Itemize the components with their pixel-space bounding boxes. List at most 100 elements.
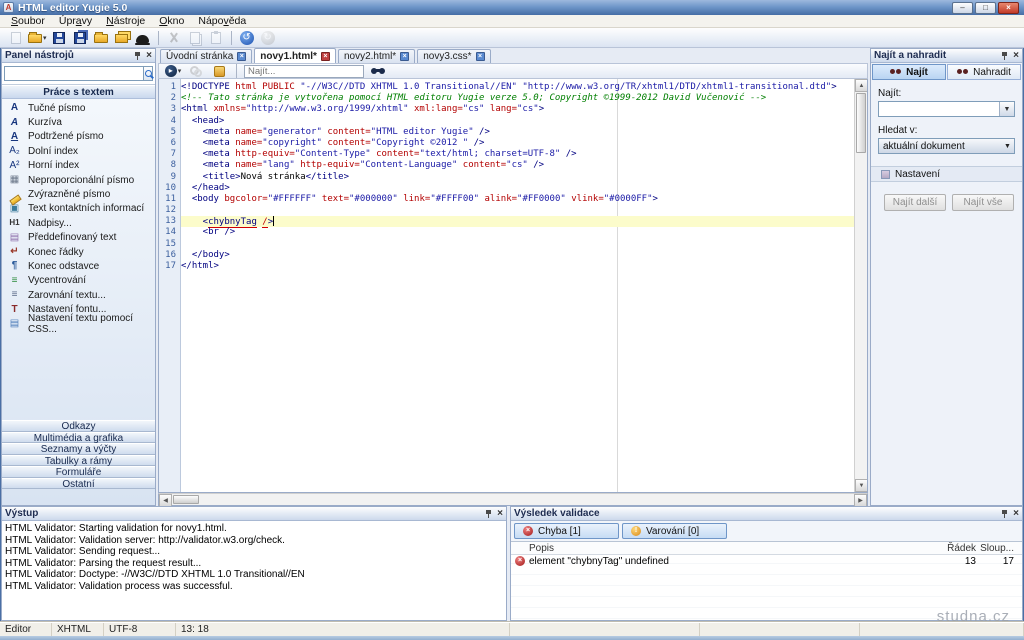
tools-search-input[interactable]	[4, 66, 143, 81]
tab-novy3-css[interactable]: novy3.css*×	[417, 49, 490, 63]
tab-novy1-html[interactable]: novy1.html*×	[254, 48, 336, 63]
maximize-button[interactable]: □	[975, 2, 996, 14]
code-line-7[interactable]: 7 <meta http-equiv="Content-Type" conten…	[159, 149, 854, 160]
code-text[interactable]: <title>Nová stránka</title>	[181, 172, 854, 183]
tool-item-konec-odstavce[interactable]: ¶Konec odstavce	[2, 259, 155, 273]
code-line-5[interactable]: 5 <meta name="generator" content="HTML e…	[159, 127, 854, 138]
copy-button[interactable]	[185, 29, 205, 47]
redo-button[interactable]: ↻	[258, 29, 278, 47]
code-line-10[interactable]: 10 </head>	[159, 183, 854, 194]
output-log[interactable]: HTML Validator: Starting validation for …	[2, 521, 506, 620]
scope-select[interactable]: aktuální dokument▼	[878, 138, 1015, 154]
code-text[interactable]: <head>	[181, 116, 854, 127]
code-line-1[interactable]: 1<!DOCTYPE html PUBLIC "-//W3C//DTD XHTM…	[159, 82, 854, 93]
tool-item-kurziva[interactable]: AKurzíva	[2, 115, 155, 129]
code-line-17[interactable]: 17</html>	[159, 261, 854, 272]
code-editor[interactable]: 1<!DOCTYPE html PUBLIC "-//W3C//DTD XHTM…	[158, 79, 868, 493]
menu-nastroje[interactable]: Nástroje	[99, 15, 152, 28]
tab-close-icon[interactable]: ×	[476, 52, 485, 61]
category-formulare[interactable]: Formuláře	[2, 466, 155, 478]
tab-novy2-html[interactable]: novy2.html*×	[338, 49, 415, 63]
scrollbar-thumb[interactable]	[856, 93, 866, 153]
menu-upravy[interactable]: Úpravy	[52, 15, 99, 28]
validate-button[interactable]	[209, 62, 229, 80]
code-line-4[interactable]: 4 <head>	[159, 116, 854, 127]
folder-copy-button[interactable]	[112, 29, 132, 47]
pin-icon[interactable]	[134, 51, 142, 60]
code-line-8[interactable]: 8 <meta name="lang" http-equiv="Content-…	[159, 160, 854, 171]
scroll-down-icon[interactable]: ▼	[855, 479, 868, 492]
validation-row[interactable]: ×element "chybnyTag" undefined1317	[511, 555, 1022, 567]
pin-icon[interactable]	[1001, 509, 1009, 518]
tab-uvodni-stranka[interactable]: Úvodní stránka×	[160, 49, 252, 63]
code-text[interactable]: <meta name="generator" content="HTML edi…	[181, 127, 854, 138]
code-line-3[interactable]: 3<html xmlns="http://www.w3.org/1999/xht…	[159, 104, 854, 115]
code-text[interactable]: <br />	[181, 227, 854, 238]
category-multimedia-a-grafika[interactable]: Multimédia a grafika	[2, 432, 155, 444]
menu-soubor[interactable]: Soubor	[4, 15, 52, 28]
open-file-button[interactable]: ▾	[27, 29, 48, 47]
preview-button[interactable]	[133, 29, 153, 47]
search-button[interactable]	[143, 66, 153, 81]
title-bar[interactable]: A HTML editor Yugie 5.0 – □ ×	[0, 0, 1024, 15]
tool-item-tucne-pismo[interactable]: ATučné písmo	[2, 101, 155, 115]
tool-item-vycentrovani[interactable]: ≡Vycentrování	[2, 274, 155, 288]
settings-expander[interactable]: Nastavení	[871, 166, 1022, 182]
find-button[interactable]	[367, 62, 387, 80]
code-line-12[interactable]: 12	[159, 205, 854, 216]
tool-item-nastaveni-textu-pomoci-css[interactable]: ▤Nastavení textu pomocí CSS...	[2, 317, 155, 331]
find-next-button[interactable]: Najít další	[884, 194, 946, 211]
code-text[interactable]: </body>	[181, 250, 854, 261]
find-all-button[interactable]: Najít vše	[952, 194, 1014, 211]
code-text[interactable]: <body bgcolor="#FFFFFF" text="#000000" l…	[181, 194, 854, 205]
code-line-9[interactable]: 9 <title>Nová stránka</title>	[159, 172, 854, 183]
category-tabulky-a-ramy[interactable]: Tabulky a rámy	[2, 455, 155, 467]
code-line-11[interactable]: 11 <body bgcolor="#FFFFFF" text="#000000…	[159, 194, 854, 205]
close-icon[interactable]: ×	[1013, 509, 1019, 518]
code-text[interactable]	[181, 239, 854, 250]
column-sloupec[interactable]: Sloup...	[976, 543, 1022, 554]
tool-item-zarovnani-textu[interactable]: ≡Zarovnání textu...	[2, 288, 155, 302]
chevron-down-icon[interactable]: ▾	[43, 34, 47, 42]
code-line-16[interactable]: 16 </body>	[159, 250, 854, 261]
save-all-button[interactable]	[70, 29, 90, 47]
tool-item-nadpisy[interactable]: H1Nadpisy...	[2, 216, 155, 230]
close-icon[interactable]: ×	[497, 509, 503, 518]
code-text[interactable]: </head>	[181, 183, 854, 194]
tool-item-text-kontaktnich-informaci[interactable]: ▣Text kontaktních informací	[2, 202, 155, 216]
column-popis[interactable]: Popis	[529, 543, 932, 554]
settings-gears-button[interactable]	[186, 62, 206, 80]
tool-item-horni-index[interactable]: A²Horní index	[2, 159, 155, 173]
scroll-up-icon[interactable]: ▲	[855, 79, 868, 92]
cut-button[interactable]	[164, 29, 184, 47]
code-area[interactable]: 1<!DOCTYPE html PUBLIC "-//W3C//DTD XHTM…	[159, 79, 854, 492]
tab-close-icon[interactable]: ×	[321, 52, 330, 61]
code-text[interactable]: <meta name="lang" http-equiv="Content-La…	[181, 160, 854, 171]
save-button[interactable]	[49, 29, 69, 47]
menu-napoveda[interactable]: Nápověda	[191, 15, 253, 28]
tab-close-icon[interactable]: ×	[237, 52, 246, 61]
undo-button[interactable]: ↺	[237, 29, 257, 47]
code-text[interactable]	[181, 205, 854, 216]
tool-item-preddefinovany-text[interactable]: ▤Předdefinovaný text	[2, 231, 155, 245]
code-line-13[interactable]: 13 <chybnyTag />	[159, 216, 854, 227]
tool-item-konec-radky[interactable]: ↵Konec řádky	[2, 245, 155, 259]
tool-item-podtrzene-pismo[interactable]: APodtržené písmo	[2, 130, 155, 144]
column-radek[interactable]: Řádek	[932, 543, 976, 554]
run-dropdown-icon[interactable]: ▾	[178, 67, 182, 75]
code-line-6[interactable]: 6 <meta name="copyright" content="Copyri…	[159, 138, 854, 149]
code-line-2[interactable]: 2<!-- Tato stránka je vytvořena pomocí H…	[159, 93, 854, 104]
code-line-15[interactable]: 15	[159, 239, 854, 250]
scrollbar-thumb[interactable]	[173, 495, 199, 504]
validation-tab-varovani-0[interactable]: !Varování [0]	[622, 523, 727, 539]
code-text[interactable]: <meta name="copyright" content="Copyrigh…	[181, 138, 854, 149]
close-button[interactable]: ×	[998, 2, 1019, 14]
run-button[interactable]: ▸▾	[163, 62, 183, 80]
folder-open-button[interactable]	[91, 29, 111, 47]
pin-icon[interactable]	[1001, 51, 1009, 60]
code-text[interactable]: <meta http-equiv="Content-Type" content=…	[181, 149, 854, 160]
new-file-button[interactable]	[6, 29, 26, 47]
code-text[interactable]: <html xmlns="http://www.w3.org/1999/xhtm…	[181, 104, 854, 115]
section-header-text-tools[interactable]: Práce s textem	[2, 85, 155, 99]
editor-vertical-scrollbar[interactable]: ▲ ▼	[854, 79, 867, 492]
